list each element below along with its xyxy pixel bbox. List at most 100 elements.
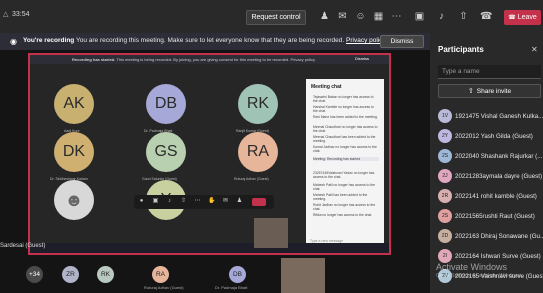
chat-line: Rohit Jadhav no longer has access to the…: [313, 203, 376, 211]
chat-line: Tejaswini Babar no longer has access to …: [313, 95, 374, 103]
shared-share-icon: ⇧: [180, 198, 187, 204]
bottom-avatar: RK: [97, 266, 114, 283]
people-icon[interactable]: ♟: [319, 11, 330, 22]
avatar: 2S: [438, 149, 452, 163]
share-icon: ⇧: [467, 88, 474, 95]
shared-call-controls: ● ▣ ♪ ⇧ ⋯ ✋ ✉ ♟: [134, 195, 274, 209]
participant-video: [281, 258, 325, 293]
record-icon: ◉: [10, 37, 17, 46]
shared-camera-icon: ▣: [152, 198, 159, 204]
bottom-name: Ruturaj Adhav (Guest): [144, 285, 184, 290]
chat-line: Mahesh Patil no longer has access to the…: [313, 183, 376, 191]
avatar: 1V: [438, 109, 452, 123]
shared-leave-icon: [252, 198, 266, 206]
recording-body: You are recording this meeting. Make sur…: [75, 37, 345, 44]
shared-dismiss-label: Dismiss: [355, 56, 369, 61]
tile-name: Ruturaj Adhav (Guest): [234, 177, 269, 181]
participant-name: 20221283aymala dayre (Guest): [455, 173, 543, 180]
shared-taskbar: [30, 243, 389, 253]
participant-row[interactable]: 2S 20221565rushti Raut (Guest): [438, 207, 543, 227]
shared-mic-icon: ♪: [168, 198, 171, 204]
avatar: 2D: [438, 229, 452, 243]
participant-name: 2022164 Ishwari Surve (Guest): [455, 253, 541, 260]
shared-timer-icon: ●: [139, 198, 144, 204]
participant-name: 20221565rushti Raut (Guest): [455, 213, 535, 220]
self-video: [254, 218, 288, 248]
windows-watermark: Activate Windows: [436, 262, 508, 272]
recording-message: You're recording You are recording this …: [23, 37, 386, 44]
chat-line: Komal Jadhav no longer has access to the…: [313, 145, 377, 153]
chat-icon[interactable]: ✉: [337, 11, 348, 22]
recording-title: You're recording: [23, 37, 75, 44]
participants-panel: Participants ✕ Type a name ⇧ Share invit…: [430, 33, 543, 293]
meeting-toolbar: △ 33:54 Request control ♟ ✉ ☺ ▦ ⋯ ▣ ♪ ⇧ …: [0, 0, 543, 33]
leave-button[interactable]: ☎ Leave: [504, 10, 541, 25]
chat-line: Mahesh Patil has been added to the meeti…: [313, 193, 368, 201]
mic-off-icon[interactable]: ♪: [436, 11, 447, 22]
participant-name: 2022012 Yash Gilda (Guest): [455, 133, 533, 140]
shared-recording-banner: Recording has started. This meeting is b…: [30, 55, 389, 64]
avatar: 2S: [438, 209, 452, 223]
tile-avatar-gs: GS: [146, 132, 186, 172]
shared-people-icon: ♟: [236, 198, 243, 204]
search-input[interactable]: Type a name: [438, 65, 541, 79]
avatar: 2R: [438, 189, 452, 203]
participant-name: 1921475 Vishal Ganesh Kulka...: [455, 113, 543, 120]
participant-row[interactable]: 2Y 2022012 Yash Gilda (Guest): [438, 127, 543, 147]
chat-line: Meenal Chaudhari has been added to the m…: [313, 135, 376, 143]
panel-title: Participants: [438, 45, 484, 54]
tile-avatar-person: ☻: [54, 180, 94, 220]
participant-name: 2022163 Dhiraj Sonawane (Gu...: [455, 233, 543, 240]
chat-line: Harshal Kamble no longer has access to t…: [313, 105, 374, 113]
bottom-avatar: ZR: [62, 266, 79, 283]
chat-title: Meeting chat: [311, 84, 342, 90]
participant-row[interactable]: 2D 2022163 Dhiraj Sonawane (Gu...: [438, 227, 543, 247]
dismiss-button[interactable]: Dismiss: [380, 35, 424, 48]
more-icon[interactable]: ⋯: [391, 11, 402, 22]
avatar: 2Y: [438, 129, 452, 143]
chat-line: Meeting: Recording has started: [313, 157, 379, 161]
overflow-count[interactable]: +34: [26, 266, 43, 283]
close-icon[interactable]: ✕: [531, 45, 538, 54]
tile-avatar-ra: RA: [238, 132, 278, 172]
chat-line: Meenal Chaudhari no longer has access to…: [313, 125, 378, 133]
phone-icon: ☎: [508, 15, 516, 21]
chat-line: Ritika no longer has access to the chat.: [313, 213, 373, 217]
tile-avatar-ak: AK: [54, 84, 94, 124]
shared-chat-icon: ✉: [222, 198, 229, 204]
participant-row[interactable]: 1V 1921475 Vishal Ganesh Kulka...: [438, 107, 543, 127]
bottom-avatar: DB: [229, 266, 246, 283]
participant-row[interactable]: 2S 2022040 Shashank Rajurkar (...: [438, 147, 543, 167]
bottom-avatar: RA: [152, 266, 169, 283]
shared-hand-icon: ✋: [208, 198, 216, 204]
person-icon: ☻: [64, 189, 84, 210]
bottom-name: Dr. Padmaja Bhatt: [215, 285, 248, 290]
teams-meeting-window: △ 33:54 Request control ♟ ✉ ☺ ▦ ⋯ ▣ ♪ ⇧ …: [0, 0, 543, 293]
reactions-icon[interactable]: ☺: [355, 11, 366, 22]
rooms-icon[interactable]: ▦: [373, 11, 384, 22]
shared-screen: Recording has started. This meeting is b…: [28, 53, 391, 255]
participant-row[interactable]: 2R 2022141 rohit kamble (Guest): [438, 187, 543, 207]
request-control-button[interactable]: Request control: [246, 10, 306, 25]
chat-line: Ravi Mane has been added to the meeting.: [313, 115, 378, 119]
participant-name: 2022040 Shashank Rajurkar (...: [455, 153, 543, 160]
leave-label: Leave: [517, 14, 537, 21]
share-screen-icon[interactable]: ⇧: [458, 11, 469, 22]
shared-banner-bold: Recording has started.: [72, 57, 116, 62]
tile-avatar-db: DB: [146, 84, 186, 124]
meeting-timer: 33:54: [12, 11, 30, 18]
chat-line: 23257445Vaishnavi Yadav no longer has ac…: [313, 171, 375, 179]
video-label: Sardesai (Guest): [0, 243, 46, 249]
leave-phone-icon[interactable]: ☎: [480, 11, 492, 22]
shared-banner-text: Recording has started. This meeting is b…: [72, 57, 315, 62]
share-invite-label: Share invite: [476, 87, 512, 95]
recording-banner: ◉ You're recording You are recording thi…: [0, 33, 430, 50]
share-invite-button[interactable]: ⇧ Share invite: [438, 84, 541, 98]
windows-watermark-sub: Go to Settings to activate Windows.: [436, 273, 523, 279]
participant-row[interactable]: 2J 20221283aymala dayre (Guest): [438, 167, 543, 187]
shared-more-icon: ⋯: [194, 198, 201, 204]
shield-icon: △: [3, 11, 9, 18]
tile-avatar-dk: DK: [54, 132, 94, 172]
camera-off-icon[interactable]: ▣: [414, 11, 425, 22]
avatar: 2I: [438, 249, 452, 263]
